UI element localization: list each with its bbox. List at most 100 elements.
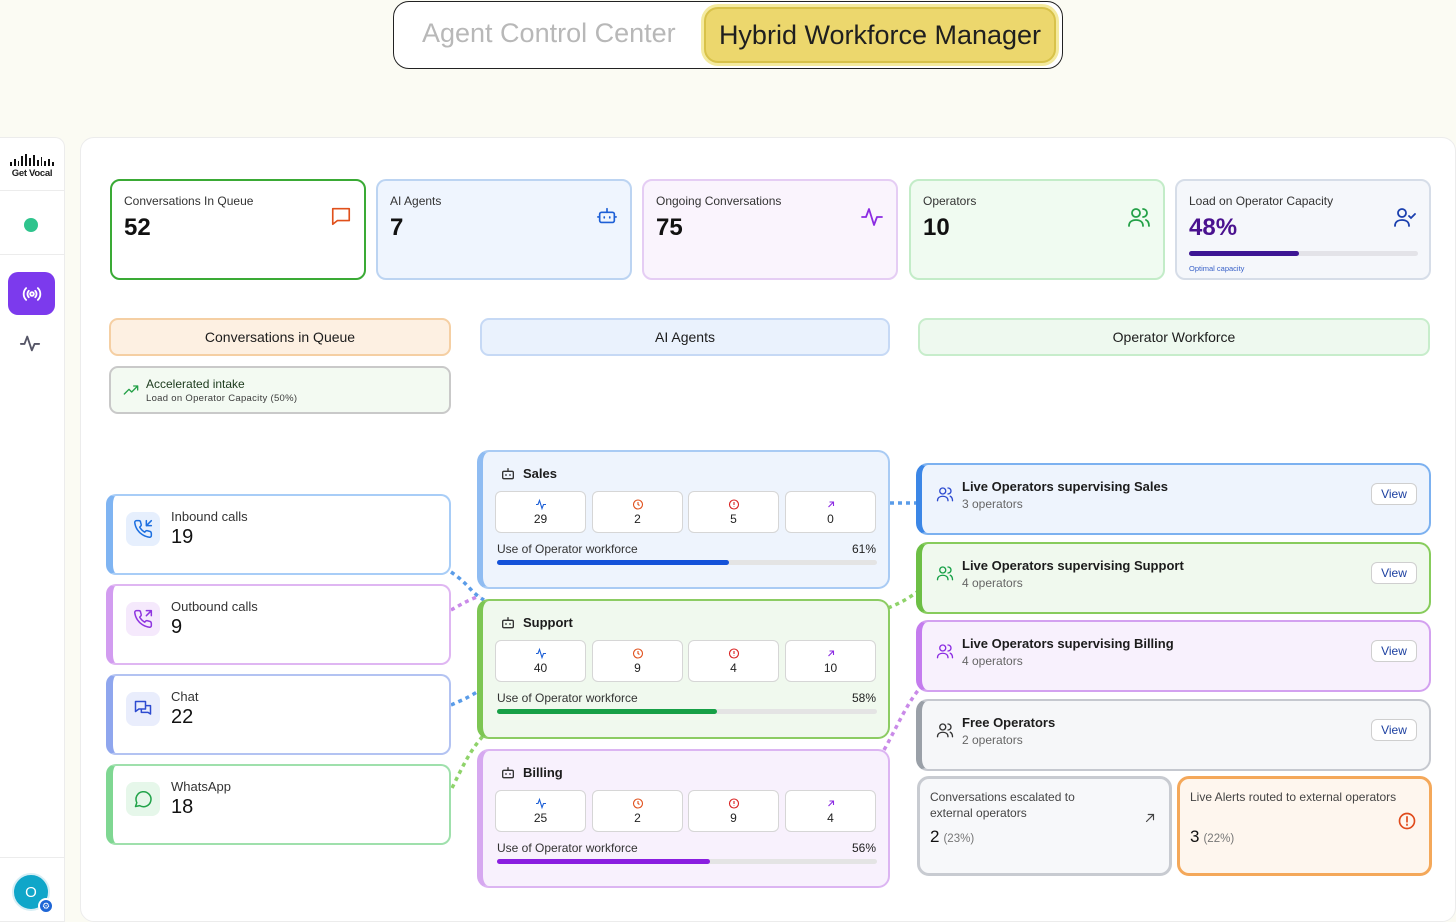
usage-fill: [497, 560, 729, 565]
channel-icon-box: [126, 602, 160, 636]
agent-name: Support: [523, 615, 573, 630]
stat-label: Load on Operator Capacity: [1189, 194, 1334, 208]
channel-card-outbound[interactable]: Outbound calls 9: [106, 584, 451, 665]
accelerated-intake-card: Accelerated intake Load on Operator Capa…: [109, 366, 451, 414]
usage-label: Use of Operator workforce: [497, 542, 638, 556]
mode-toggle: Agent Control Center Hybrid Workforce Ma…: [393, 1, 1063, 69]
escalated-value: 2: [930, 827, 940, 846]
view-button[interactable]: View: [1371, 719, 1417, 741]
escalated-label: Conversations escalated to external oper…: [930, 790, 1075, 820]
tab-hybrid-workforce-manager[interactable]: Hybrid Workforce Manager: [704, 7, 1056, 63]
phone-outgoing-icon: [134, 609, 153, 628]
metric-active: 40: [495, 640, 586, 682]
operator-count: 3 operators: [962, 497, 1023, 511]
escalated-card: Conversations escalated to external oper…: [917, 776, 1172, 876]
stat-label: Conversations In Queue: [124, 194, 254, 208]
arrow-up-right-icon: [827, 650, 834, 657]
metric-waiting: 2: [592, 491, 683, 533]
agent-card-support[interactable]: Support 40 9 4 10 Use of Operator workfo…: [477, 599, 890, 739]
channel-value: 9: [171, 616, 183, 638]
stat-label: Operators: [923, 194, 977, 208]
metric-escalated: 10: [785, 640, 876, 682]
metric-alerts: 9: [688, 790, 779, 832]
agent-card-billing[interactable]: Billing 25 2 9 4 Use of Operator workfor…: [477, 749, 890, 888]
load-progress-track: [1189, 251, 1418, 256]
usage-percent: 56%: [851, 841, 876, 855]
view-button[interactable]: View: [1371, 483, 1417, 505]
stat-card-ongoing: Ongoing Conversations 75: [642, 179, 898, 280]
metric-waiting: 2: [592, 790, 683, 832]
stat-value: 75: [656, 214, 683, 241]
status-dot-icon: [24, 218, 38, 232]
channel-card-chat[interactable]: Chat 22: [106, 674, 451, 755]
operator-count: 4 operators: [962, 576, 1023, 590]
message-square-icon: [331, 207, 351, 226]
activity-icon: [535, 647, 546, 660]
arrow-up-right-icon[interactable]: [1143, 811, 1157, 825]
metric-escalated: 0: [785, 491, 876, 533]
activity-icon: [535, 498, 546, 511]
agent-card-sales[interactable]: Sales 29 2 5 0 Use of Operator workforce…: [477, 450, 890, 589]
operator-count: 4 operators: [962, 654, 1023, 668]
activity-icon: [861, 208, 883, 226]
tab-agent-control-center[interactable]: Agent Control Center: [422, 18, 676, 49]
users-icon: [936, 566, 954, 581]
operator-card-billing: Live Operators supervising Billing 4 ope…: [916, 620, 1431, 692]
metric-active: 29: [495, 491, 586, 533]
sidebar-item-activity[interactable]: [18, 332, 42, 359]
stat-value: 7: [390, 214, 404, 241]
alerts-label: Live Alerts routed to external operators: [1190, 790, 1397, 804]
column-header-operators: Operator Workforce: [918, 318, 1430, 356]
alerts-card: Live Alerts routed to external operators…: [1177, 776, 1432, 876]
operator-card-free: Free Operators 2 operators View: [916, 699, 1431, 771]
load-progress-fill: [1189, 251, 1299, 256]
alert-circle-icon: [1398, 812, 1416, 830]
channel-icon-box: [126, 782, 160, 816]
logo-icon: [10, 154, 54, 166]
view-button[interactable]: View: [1371, 640, 1417, 662]
whatsapp-icon: [134, 790, 152, 808]
sidebar-divider: [0, 254, 64, 255]
operator-count: 2 operators: [962, 733, 1023, 747]
sidebar: Get Vocal O ⚙: [0, 137, 65, 922]
user-check-icon: [1394, 208, 1416, 227]
phone-incoming-icon: [134, 519, 153, 538]
usage-fill: [497, 709, 718, 714]
channel-card-inbound[interactable]: Inbound calls 19: [106, 494, 451, 575]
column-header-queue: Conversations in Queue: [109, 318, 451, 356]
alerts-percent: (22%): [1203, 833, 1235, 845]
channel-name: Outbound calls: [171, 599, 258, 614]
load-caption: Optimal capacity: [1189, 264, 1245, 273]
activity-icon: [19, 335, 41, 352]
metric-waiting: 9: [592, 640, 683, 682]
usage-label: Use of Operator workforce: [497, 841, 638, 855]
clock-icon: [632, 648, 643, 659]
metric-escalated: 4: [785, 790, 876, 832]
column-header-ai-agents: AI Agents: [480, 318, 890, 356]
trending-up-icon: [123, 385, 139, 395]
bot-icon: [502, 468, 514, 480]
operator-group-name: Live Operators supervising Billing: [962, 636, 1174, 651]
agent-name: Sales: [523, 466, 557, 481]
alert-circle-icon: [728, 798, 739, 809]
sidebar-divider: [0, 190, 64, 191]
channel-icon-box: [126, 512, 160, 546]
clock-icon: [632, 499, 643, 510]
alerts-value: 3: [1190, 827, 1200, 846]
clock-icon: [632, 798, 643, 809]
view-button[interactable]: View: [1371, 562, 1417, 584]
channel-icon-box: [126, 692, 160, 726]
operator-group-name: Free Operators: [962, 715, 1056, 730]
stat-card-queue: Conversations In Queue 52: [110, 179, 366, 280]
bot-icon: [597, 207, 617, 224]
usage-track: [497, 859, 877, 864]
users-icon: [1128, 208, 1150, 227]
bot-icon: [502, 617, 514, 629]
stat-value: 48%: [1189, 214, 1238, 241]
channel-value: 19: [171, 526, 194, 548]
sidebar-item-live[interactable]: [8, 272, 55, 315]
metric-alerts: 4: [688, 640, 779, 682]
messages-icon: [134, 700, 152, 715]
settings-badge-icon[interactable]: ⚙: [38, 898, 54, 914]
channel-card-whatsapp[interactable]: WhatsApp 18: [106, 764, 451, 845]
